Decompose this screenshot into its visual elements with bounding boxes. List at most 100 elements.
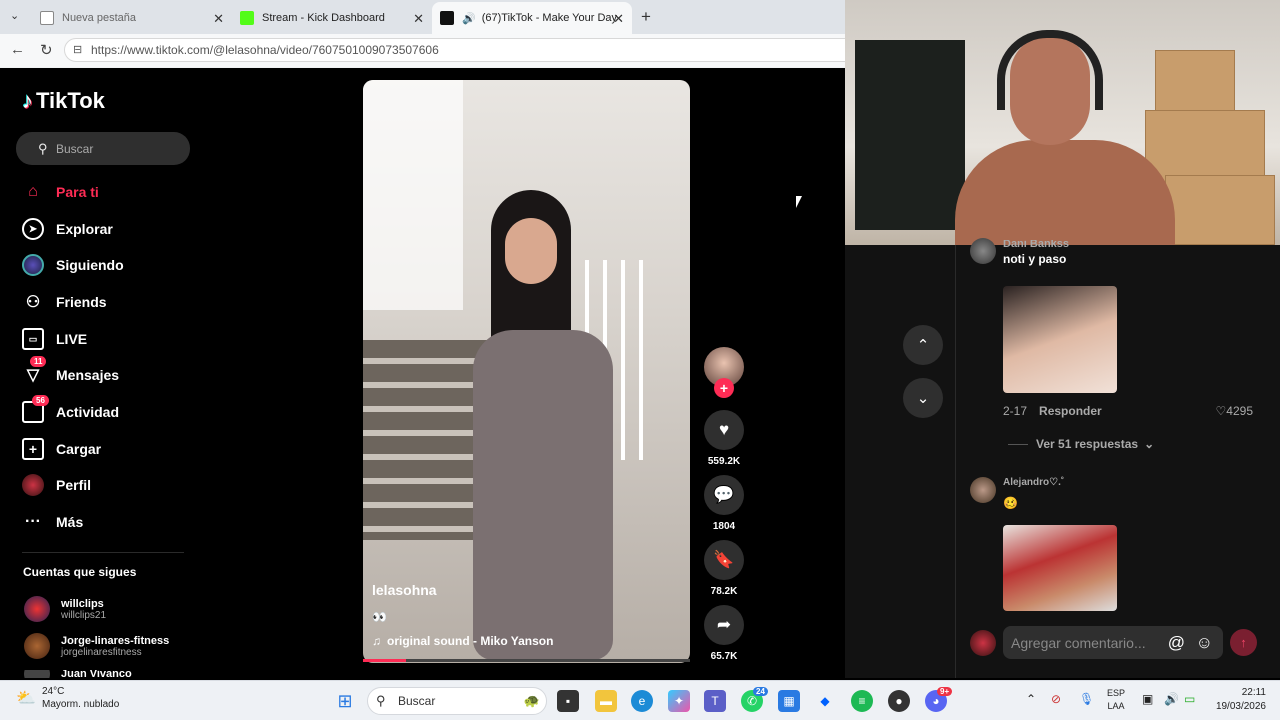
- profile-avatar-icon: [22, 474, 44, 496]
- avatar: [24, 633, 50, 659]
- video-player[interactable]: [363, 80, 690, 663]
- tab-new-tab[interactable]: Nueva pestaña ✕: [32, 2, 232, 34]
- following-account[interactable]: Juan Vivanco: [24, 670, 132, 678]
- tray-app-icon[interactable]: ⊘: [1051, 692, 1061, 706]
- sidebar-item-mensajes[interactable]: ▽ 11 Mensajes: [22, 356, 119, 386]
- search-input[interactable]: ⚲ Buscar: [16, 132, 190, 165]
- sidebar-item-label: LIVE: [56, 331, 88, 347]
- url-field[interactable]: ⊟ https://www.tiktok.com/@lelasohna/vide…: [64, 38, 864, 62]
- avatar[interactable]: [970, 477, 996, 503]
- clock-date: 19/03/2026: [1215, 701, 1266, 712]
- battery-icon[interactable]: ▭: [1184, 692, 1195, 706]
- comment-bubble-icon[interactable]: 💬: [704, 475, 744, 515]
- user-avatar[interactable]: [970, 630, 996, 656]
- system-clock[interactable]: 22:11 19/03/2026: [1210, 687, 1266, 712]
- copilot-icon[interactable]: ✦: [668, 690, 690, 712]
- mention-icon[interactable]: @: [1168, 633, 1185, 653]
- sidebar-item-para-ti[interactable]: ⌂ Para ti: [22, 181, 99, 203]
- comment-author[interactable]: Alejandro♡.˚: [1003, 477, 1064, 488]
- microphone-icon[interactable]: 🎙: [1079, 692, 1094, 706]
- heart-icon[interactable]: ♥: [704, 410, 744, 450]
- comment-image[interactable]: [1003, 286, 1117, 393]
- network-icon[interactable]: ▣: [1142, 692, 1153, 706]
- comment-author[interactable]: Dani Bankss: [1003, 240, 1069, 248]
- sidebar-item-label: Friends: [56, 294, 107, 310]
- close-icon[interactable]: ✕: [613, 11, 624, 27]
- weather-widget[interactable]: ⛅ 24°C Mayorm. nublado: [16, 686, 119, 710]
- save-action[interactable]: 🔖 78.2K: [704, 540, 744, 597]
- back-arrow-icon[interactable]: ←: [10, 41, 25, 58]
- following-account[interactable]: willclips willclips21: [24, 596, 106, 622]
- edge-browser-icon[interactable]: e: [631, 690, 653, 712]
- store-icon[interactable]: ▦: [778, 690, 800, 712]
- close-icon[interactable]: ✕: [213, 11, 224, 27]
- avatar[interactable]: [970, 238, 996, 264]
- close-icon[interactable]: ✕: [413, 11, 424, 27]
- compass-icon: ➤: [22, 218, 44, 240]
- tab-label: (67)TikTok - Make Your Day: [481, 12, 618, 24]
- browser-window: ⌄ Nueva pestaña ✕ Stream - Kick Dashboar…: [0, 0, 864, 68]
- speaker-icon[interactable]: 🔊: [462, 12, 476, 25]
- share-arrow-icon[interactable]: ➦: [704, 605, 744, 645]
- teams-icon[interactable]: T: [704, 690, 726, 712]
- following-account[interactable]: Jorge-linares-fitness jorgelinaresfitness: [24, 633, 169, 659]
- new-tab-plus-icon[interactable]: +: [641, 7, 651, 27]
- tray-chevron-up-icon[interactable]: ⌃: [1026, 692, 1036, 706]
- more-icon: ···: [25, 513, 41, 530]
- comment-image[interactable]: [1003, 525, 1117, 611]
- comment-input[interactable]: Agregar comentario... @ ☺: [1003, 626, 1223, 659]
- taskbar-search[interactable]: ⚲ Buscar 🐢: [367, 687, 547, 715]
- tab-kick-dashboard[interactable]: Stream - Kick Dashboard ✕: [232, 2, 432, 34]
- next-video-button[interactable]: ⌄: [903, 378, 943, 418]
- sidebar-item-label: Más: [56, 514, 84, 530]
- task-view-icon[interactable]: ▪: [557, 690, 579, 712]
- like-action[interactable]: ♥ 559.2K: [704, 410, 744, 467]
- language-indicator[interactable]: ESP LAA: [1107, 688, 1125, 711]
- obs-icon[interactable]: ●: [888, 690, 910, 712]
- dropbox-icon[interactable]: ◆: [814, 690, 836, 712]
- tiktok-logo[interactable]: ♪ TikTok: [22, 88, 105, 114]
- windows-start-icon[interactable]: ⊞: [334, 690, 356, 712]
- previous-video-button[interactable]: ⌃: [903, 325, 943, 365]
- tab-list-dropdown-icon[interactable]: ⌄: [10, 9, 19, 22]
- video-author[interactable]: lelasohna: [372, 582, 437, 598]
- following-avatar-icon: [22, 254, 44, 276]
- sidebar-item-friends[interactable]: ⚇ Friends: [22, 291, 107, 313]
- comment-like[interactable]: ♡4295: [1216, 404, 1253, 418]
- site-info-icon[interactable]: ⊟: [73, 39, 82, 61]
- video-progress-bar[interactable]: [363, 659, 690, 662]
- tab-tiktok[interactable]: 🔊 (67)TikTok - Make Your Day ✕: [432, 2, 632, 34]
- sidebar-item-actividad[interactable]: 56 Actividad: [22, 395, 119, 423]
- volume-icon[interactable]: 🔊: [1164, 692, 1179, 706]
- video-progress-fill: [363, 659, 406, 662]
- search-highlight-icon: 🐢: [523, 693, 540, 708]
- reload-icon[interactable]: ↻: [40, 41, 53, 59]
- view-replies-button[interactable]: Ver 51 respuestas ⌄: [1008, 437, 1154, 451]
- share-action[interactable]: ➦ 65.7K: [704, 605, 744, 662]
- file-explorer-icon[interactable]: ▬: [595, 690, 617, 712]
- following-title: Cuentas que sigues: [23, 565, 137, 579]
- emoji-icon[interactable]: ☺: [1196, 633, 1213, 653]
- url-text: https://www.tiktok.com/@lelasohna/video/…: [91, 43, 439, 57]
- reply-button[interactable]: Responder: [1039, 404, 1102, 418]
- send-arrow-icon[interactable]: ↑: [1230, 629, 1257, 656]
- sidebar-item-siguiendo[interactable]: Siguiendo: [22, 254, 124, 276]
- clock-time: 22:11: [1241, 687, 1266, 698]
- sidebar-item-cargar[interactable]: + Cargar: [22, 438, 101, 460]
- sidebar-item-perfil[interactable]: Perfil: [22, 474, 91, 496]
- taskbar-search-label: Buscar: [398, 694, 436, 708]
- sidebar-item-mas[interactable]: ··· Más: [22, 511, 83, 533]
- account-name: Juan Vivanco: [61, 670, 132, 678]
- bookmark-icon[interactable]: 🔖: [704, 540, 744, 580]
- spotify-icon[interactable]: ≡: [851, 690, 873, 712]
- follow-plus-icon[interactable]: +: [714, 378, 734, 398]
- sidebar-item-explorar[interactable]: ➤ Explorar: [22, 218, 113, 240]
- video-sound[interactable]: ♫ original sound - Miko Yanson: [372, 634, 553, 648]
- panel-divider: [955, 245, 956, 678]
- sidebar-item-live[interactable]: ▭ LIVE: [22, 328, 87, 350]
- video-background-wall: [363, 80, 463, 310]
- tiktok-logo-icon: [440, 11, 454, 25]
- comment-action[interactable]: 💬 1804: [704, 475, 744, 532]
- divider: [22, 552, 184, 553]
- webcam-box: [1165, 175, 1275, 245]
